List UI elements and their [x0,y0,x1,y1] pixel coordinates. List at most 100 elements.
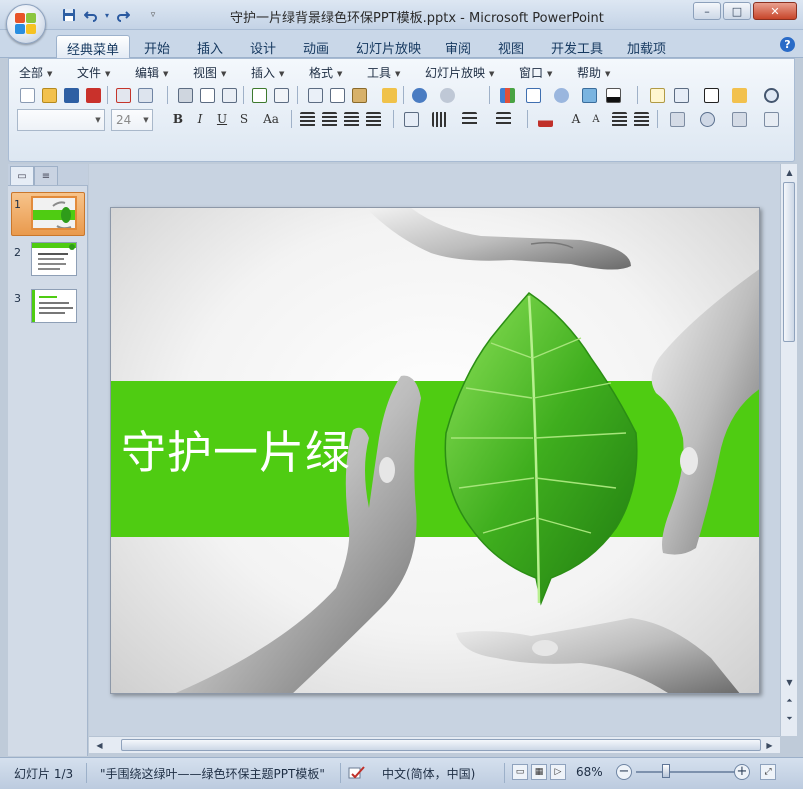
zoom-out-button[interactable]: − [616,764,632,780]
slide-design-icon[interactable] [667,109,687,129]
tab-home[interactable]: 开始 [134,35,180,58]
increase-indent-icon[interactable] [631,109,651,129]
customize-toolbar-icon[interactable]: ▿ [144,6,162,24]
slide-thumbnail-3[interactable] [31,289,77,323]
menu-edit[interactable]: 编辑 ▼ [135,64,168,81]
open-folder-icon[interactable] [39,85,59,105]
spelling-icon[interactable] [249,85,269,105]
font-name-combo[interactable]: ▼ [17,109,105,131]
help-icon[interactable]: ? [780,37,795,52]
find-icon[interactable] [761,85,781,105]
vertical-scroll-thumb[interactable] [783,182,795,342]
menu-all[interactable]: 全部 ▼ [19,64,52,81]
italic-button[interactable]: I [191,110,209,128]
scroll-right-icon[interactable]: ▶ [763,739,776,752]
align-left-icon[interactable] [297,109,317,129]
zoom-slider-track[interactable] [636,771,736,773]
slideshow-view-icon[interactable]: ▷ [550,764,566,780]
tab-insert[interactable]: 插入 [187,35,233,58]
open-file-icon[interactable] [729,85,749,105]
line-spacing-icon[interactable] [429,109,449,129]
new-slide-icon[interactable] [647,85,667,105]
text-direction-icon[interactable] [401,109,421,129]
tab-review[interactable]: 审阅 [435,35,481,58]
text-shadow-button[interactable]: S [235,110,253,128]
print-icon[interactable] [175,85,195,105]
slide-thumbnail-2[interactable] [31,242,77,276]
font-color-icon[interactable] [535,109,555,129]
tab-view[interactable]: 视图 [488,35,534,58]
slide-layout-icon[interactable] [671,85,691,105]
zoom-slider-knob[interactable] [662,764,670,778]
tab-developer[interactable]: 开发工具 [541,35,613,58]
scroll-up-icon[interactable]: ▲ [783,166,796,179]
menu-format[interactable]: 格式 ▼ [309,64,342,81]
tab-slideshow[interactable]: 幻灯片放映 [346,35,431,58]
menu-file[interactable]: 文件 ▼ [77,64,110,81]
save-icon[interactable] [60,6,78,24]
font-size-combo[interactable]: 24 ▼ [111,109,153,131]
menu-slideshow[interactable]: 幻灯片放映 ▼ [425,64,494,81]
office-button[interactable] [6,4,46,44]
redo-icon[interactable] [114,6,132,24]
slide-thumbnail-1[interactable] [31,196,77,230]
tab-animation[interactable]: 动画 [293,35,339,58]
language-indicator[interactable]: 中文(简体，中国) [382,765,475,782]
justify-icon[interactable] [363,109,383,129]
shape-outline-icon[interactable] [761,109,781,129]
attach-icon[interactable] [135,85,155,105]
hyperlink-icon[interactable] [551,85,571,105]
theme-name[interactable]: "手围绕这绿叶——绿色环保主题PPT模板" [100,765,325,782]
redo-toolbar-icon[interactable] [437,85,457,105]
spell-check-icon[interactable] [348,765,366,784]
slide-sorter-view-icon[interactable]: ▦ [531,764,547,780]
align-center-icon[interactable] [319,109,339,129]
print-preview-icon[interactable] [197,85,217,105]
page-setup-icon[interactable] [219,85,239,105]
copy-icon[interactable] [327,85,347,105]
menu-insert[interactable]: 插入 ▼ [251,64,284,81]
scroll-down-icon[interactable]: ▼ [783,676,796,689]
menu-tools[interactable]: 工具 ▼ [367,64,400,81]
outline-tab-icon[interactable]: ≡ [34,166,58,185]
slides-tab-icon[interactable]: ▭ [10,166,34,185]
vertical-scrollbar[interactable]: ▲ ▼ ⏶ ⏷ [780,164,797,736]
fit-to-window-icon[interactable]: ⤢ [760,764,776,780]
tab-classic-menu[interactable]: 经典菜单 [56,35,131,58]
menu-view[interactable]: 视图 ▼ [193,64,226,81]
close-button[interactable]: ✕ [753,2,797,20]
tab-addins[interactable]: 加载项 [617,35,676,58]
fill-color-icon[interactable] [603,85,623,105]
normal-view-icon[interactable]: ▭ [512,764,528,780]
insert-picture-icon[interactable] [579,85,599,105]
previous-slide-icon[interactable]: ⏶ [783,694,796,707]
menu-help[interactable]: 帮助 ▼ [577,64,610,81]
cut-icon[interactable] [305,85,325,105]
permission-icon[interactable] [113,85,133,105]
undo-toolbar-icon[interactable] [409,85,429,105]
zoom-level[interactable]: 68% [576,765,603,779]
decrease-font-icon[interactable]: A [587,110,605,128]
horizontal-scrollbar[interactable]: ◀ ▶ [89,736,780,753]
chart-icon[interactable] [497,85,517,105]
maximize-button[interactable]: □ [723,2,751,20]
scroll-left-icon[interactable]: ◀ [93,739,106,752]
slide-title[interactable]: 守护一片绿 [121,416,351,481]
menu-window[interactable]: 窗口 ▼ [519,64,552,81]
format-painter-icon[interactable] [379,85,399,105]
save-as-pdf-icon[interactable] [83,85,103,105]
shapes-icon[interactable] [697,109,717,129]
next-slide-icon[interactable]: ⏷ [783,712,796,725]
zoom-in-button[interactable]: + [734,764,750,780]
shape-fill-icon[interactable] [729,109,749,129]
underline-button[interactable]: U [213,110,231,128]
tab-design[interactable]: 设计 [240,35,286,58]
bold-button[interactable]: B [169,110,187,128]
table-icon[interactable] [523,85,543,105]
new-document-icon[interactable] [17,85,37,105]
slide-canvas[interactable]: 守护一片绿 [110,207,760,694]
numbered-list-icon[interactable] [459,109,479,129]
align-right-icon[interactable] [341,109,361,129]
save-icon[interactable] [61,85,81,105]
paste-icon[interactable] [349,85,369,105]
